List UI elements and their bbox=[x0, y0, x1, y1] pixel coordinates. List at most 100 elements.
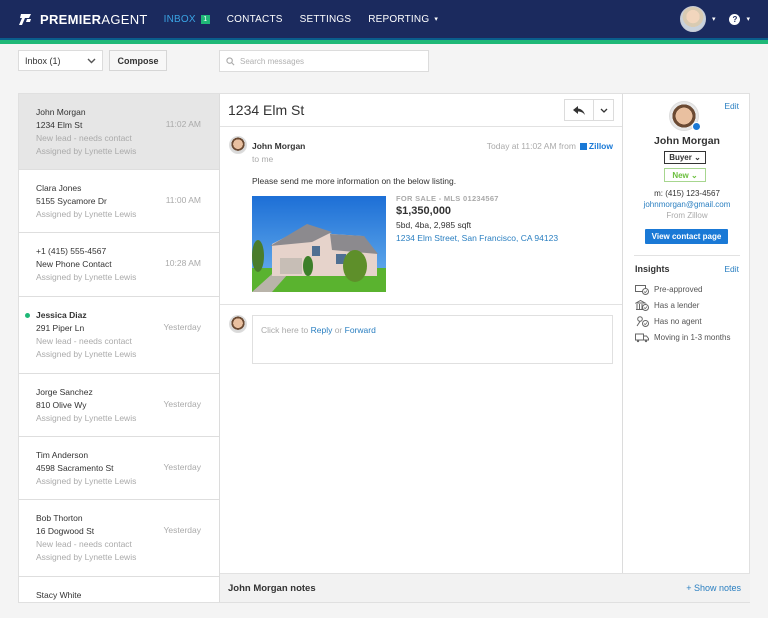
message-list-item[interactable]: Jorge Sanchez 810 Olive Wy Assigned by L… bbox=[19, 374, 219, 437]
unread-dot-icon bbox=[25, 313, 30, 318]
nav-settings[interactable]: SETTINGS bbox=[300, 14, 352, 25]
reply-button[interactable] bbox=[565, 100, 593, 120]
main-nav: INBOX 1 CONTACTS SETTINGS REPORTING ▾ bbox=[164, 14, 455, 25]
house-image bbox=[252, 196, 386, 292]
sender-avatar bbox=[229, 136, 247, 154]
insight-label: Pre-approved bbox=[654, 285, 703, 294]
assigned-by: Assigned by Lynette Lewis bbox=[36, 552, 137, 562]
message-body: Please send me more information on the b… bbox=[252, 176, 457, 186]
message: John Morgan to me Today at 11:02 AM from… bbox=[220, 127, 622, 305]
chevron-down-icon bbox=[600, 108, 607, 113]
assigned-by: Assigned by Lynette Lewis bbox=[36, 209, 137, 219]
contact-email-link[interactable]: johnmorgan@gmail.com bbox=[623, 200, 751, 209]
listing-price: $1,350,000 bbox=[396, 205, 452, 217]
lead-status: New lead - needs contact bbox=[36, 336, 132, 346]
contact-stage-dropdown[interactable]: New ⌄ bbox=[664, 168, 706, 182]
message-list-item[interactable]: Bob Thorton 16 Dogwood St New lead - nee… bbox=[19, 500, 219, 577]
notes-bar: John Morgan notes + Show notes bbox=[220, 573, 750, 602]
caret-down-icon[interactable]: ▾ bbox=[746, 15, 750, 23]
search-icon bbox=[226, 56, 235, 65]
message-time: Yesterday bbox=[163, 462, 202, 472]
contact-name: Tim Anderson bbox=[36, 450, 89, 460]
lender-icon bbox=[635, 300, 649, 311]
contact-panel: Edit John Morgan Buyer ⌄ New ⌄ m: (415) … bbox=[622, 94, 750, 574]
reply-or: or bbox=[332, 325, 345, 335]
conversation-title: 1234 Elm St bbox=[228, 102, 305, 118]
notes-title: John Morgan notes bbox=[228, 582, 316, 594]
conversation-header: 1234 Elm St bbox=[220, 94, 622, 127]
listing-photo[interactable] bbox=[252, 196, 386, 292]
edit-insights-link[interactable]: Edit bbox=[724, 264, 739, 274]
message-list-item[interactable]: Tim Anderson 4598 Sacramento St Assigned… bbox=[19, 437, 219, 500]
premier-agent-logo[interactable]: PREMIER AGENT bbox=[18, 12, 148, 27]
help-icon[interactable]: ? bbox=[729, 13, 741, 25]
listing-specs: 5bd, 4ba, 2,985 sqft bbox=[396, 220, 472, 230]
nav-contacts[interactable]: CONTACTS bbox=[227, 14, 283, 25]
reply-box[interactable]: Click here to Reply or Forward bbox=[252, 315, 613, 364]
message-time: 10:28 AM bbox=[165, 258, 201, 268]
contact-type-dropdown[interactable]: Buyer ⌄ bbox=[664, 151, 706, 164]
lead-status: New lead - needs contact bbox=[36, 539, 132, 549]
main-panel: John Morgan 1234 Elm St New lead - needs… bbox=[18, 93, 750, 603]
message-list-item[interactable]: Jessica Diaz 291 Piper Ln New lead - nee… bbox=[19, 297, 219, 374]
message-list-item[interactable]: John Morgan 1234 Elm St New lead - needs… bbox=[19, 94, 219, 170]
edit-contact-link[interactable]: Edit bbox=[724, 101, 739, 111]
more-actions-button[interactable] bbox=[593, 100, 613, 120]
logo-icon bbox=[19, 14, 31, 25]
conversation-pane: 1234 Elm St John Morgan to me Today at 1… bbox=[220, 94, 622, 574]
insight-label: Has no agent bbox=[654, 317, 702, 326]
pre-approved-icon bbox=[635, 285, 649, 295]
message-list-item[interactable]: +1 (415) 555-4567 New Phone Contact Assi… bbox=[19, 233, 219, 297]
view-contact-page-button[interactable]: View contact page bbox=[645, 229, 728, 244]
assigned-by: Assigned by Lynette Lewis bbox=[36, 476, 137, 486]
message-list-item[interactable]: Clara Jones 5155 Sycamore Dr Assigned by… bbox=[19, 170, 219, 233]
user-avatar[interactable] bbox=[679, 6, 706, 32]
assigned-by: Assigned by Lynette Lewis bbox=[36, 413, 137, 423]
message-list-item[interactable]: Stacy White bbox=[19, 577, 219, 602]
folder-select-value: Inbox (1) bbox=[25, 55, 61, 66]
message-actions bbox=[564, 99, 614, 121]
contact-name: Jorge Sanchez bbox=[36, 387, 93, 397]
folder-select[interactable]: Inbox (1) bbox=[18, 50, 103, 71]
message-list: John Morgan 1234 Elm St New lead - needs… bbox=[19, 94, 220, 602]
message-time: Yesterday bbox=[163, 525, 202, 535]
search-box[interactable] bbox=[219, 50, 429, 72]
forward-link[interactable]: Forward bbox=[345, 325, 376, 335]
reply-link[interactable]: Reply bbox=[311, 325, 333, 335]
reply-arrow-icon bbox=[573, 105, 585, 115]
insight-label: Moving in 1-3 months bbox=[654, 333, 731, 342]
listing-address-link[interactable]: 1234 Elm Street, San Francisco, CA 94123 bbox=[396, 233, 558, 243]
brand-light: AGENT bbox=[101, 11, 148, 27]
no-agent-icon bbox=[636, 316, 649, 327]
contact-name: John Morgan bbox=[654, 135, 720, 147]
nav-reporting[interactable]: REPORTING ▾ bbox=[368, 14, 438, 25]
contact-name: Bob Thorton bbox=[36, 513, 83, 523]
caret-down-icon[interactable]: ▾ bbox=[712, 15, 716, 23]
contact-name: Clara Jones bbox=[36, 183, 82, 193]
search-input[interactable] bbox=[240, 56, 420, 66]
nav-inbox[interactable]: INBOX 1 bbox=[164, 14, 210, 25]
nav-inbox-label: INBOX bbox=[163, 13, 196, 25]
source-link[interactable]: Zillow bbox=[579, 141, 613, 151]
brand-bold: PREMIER bbox=[40, 11, 102, 27]
nav-settings-label: SETTINGS bbox=[299, 13, 352, 25]
message-time: Yesterday bbox=[163, 399, 202, 409]
insight-item: Has no agent bbox=[635, 316, 702, 327]
divider bbox=[634, 255, 740, 256]
chevron-down-icon bbox=[87, 58, 96, 63]
nav-contacts-label: CONTACTS bbox=[226, 13, 283, 25]
nav-reporting-label: REPORTING bbox=[368, 13, 430, 25]
insight-item: Has a lender bbox=[635, 300, 699, 311]
listing-details: FOR SALE - MLS 01234567 $1,350,000 5bd, … bbox=[396, 194, 558, 243]
show-notes-link[interactable]: + Show notes bbox=[686, 583, 741, 593]
top-nav: PREMIER AGENT INBOX 1 CONTACTS SETTINGS R… bbox=[0, 0, 768, 38]
reply-prompt: Click here to bbox=[261, 325, 311, 335]
message-time: 11:00 AM bbox=[165, 195, 201, 205]
recipient: to me bbox=[252, 154, 274, 164]
assigned-by: Assigned by Lynette Lewis bbox=[36, 349, 137, 359]
compose-button[interactable]: Compose bbox=[109, 50, 167, 71]
assigned-by: Assigned by Lynette Lewis bbox=[36, 272, 137, 282]
contact-source: From Zillow bbox=[666, 211, 708, 220]
toolbar: Inbox (1) Compose bbox=[0, 44, 768, 78]
insight-item: Pre-approved bbox=[635, 284, 702, 295]
